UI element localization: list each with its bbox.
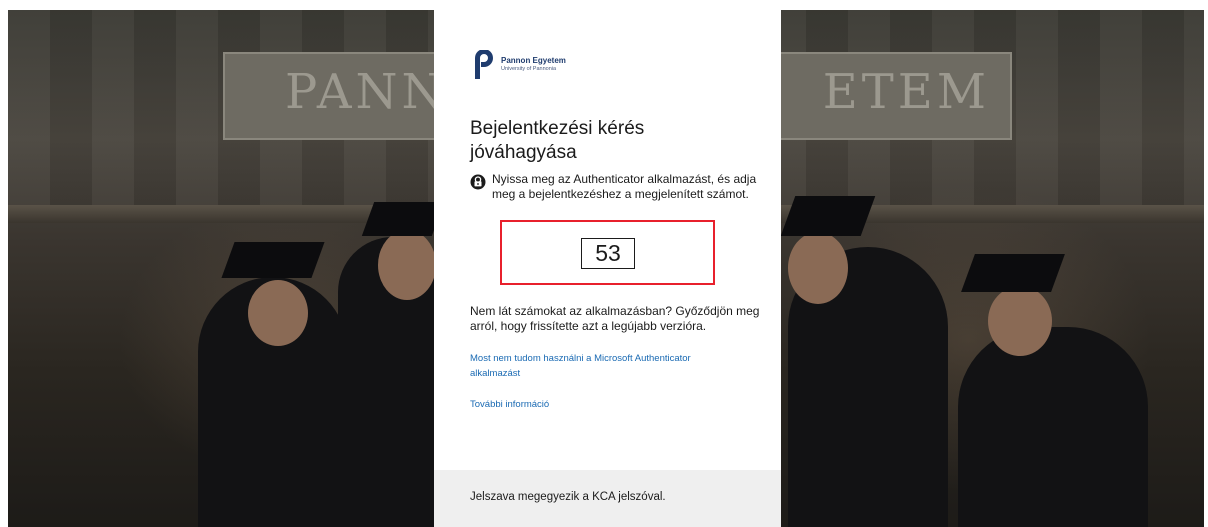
graduate-figure xyxy=(958,327,1148,527)
signin-panel: Pannon Egyetem University of Pannonia Be… xyxy=(434,10,781,527)
graduate-head xyxy=(988,286,1052,356)
pannon-logo-icon xyxy=(475,50,493,79)
help-text: Nem lát számokat az alkalmazásban? Győző… xyxy=(470,304,760,333)
cannot-use-authenticator-link[interactable]: Most nem tudom használni a Microsoft Aut… xyxy=(470,351,740,381)
instruction: Nyissa meg az Authenticator alkalmazást,… xyxy=(470,172,760,201)
sign-right-text: ETEM xyxy=(822,64,990,120)
instruction-text: Nyissa meg az Authenticator alkalmazást,… xyxy=(492,172,757,201)
university-logo: Pannon Egyetem University of Pannonia xyxy=(471,50,566,80)
logo-subtitle: University of Pannonia xyxy=(501,66,557,73)
graduate-cap xyxy=(961,254,1065,292)
sign-left-text: PANN xyxy=(285,64,448,120)
building-sign-left: PANN xyxy=(223,52,457,140)
building-sign-right: ETEM xyxy=(778,52,1012,140)
graduate-head xyxy=(788,232,848,304)
graduate-head xyxy=(248,280,308,346)
footer-text: Jelszava megegyezik a KCA jelszóval. xyxy=(470,491,666,503)
logo-title: Pannon Egyetem xyxy=(501,56,566,66)
sign-in-number: 53 xyxy=(581,238,635,269)
graduate-head xyxy=(378,230,436,300)
page-title: Bejelentkezési kérés jóváhagyása xyxy=(470,118,645,163)
footer: Jelszava megegyezik a KCA jelszóval. xyxy=(434,470,781,527)
lock-icon xyxy=(470,174,486,190)
graduate-cap xyxy=(361,202,445,236)
graduate-cap xyxy=(221,242,325,278)
graduate-cap xyxy=(780,196,876,236)
more-information-link[interactable]: További információ xyxy=(470,397,549,412)
